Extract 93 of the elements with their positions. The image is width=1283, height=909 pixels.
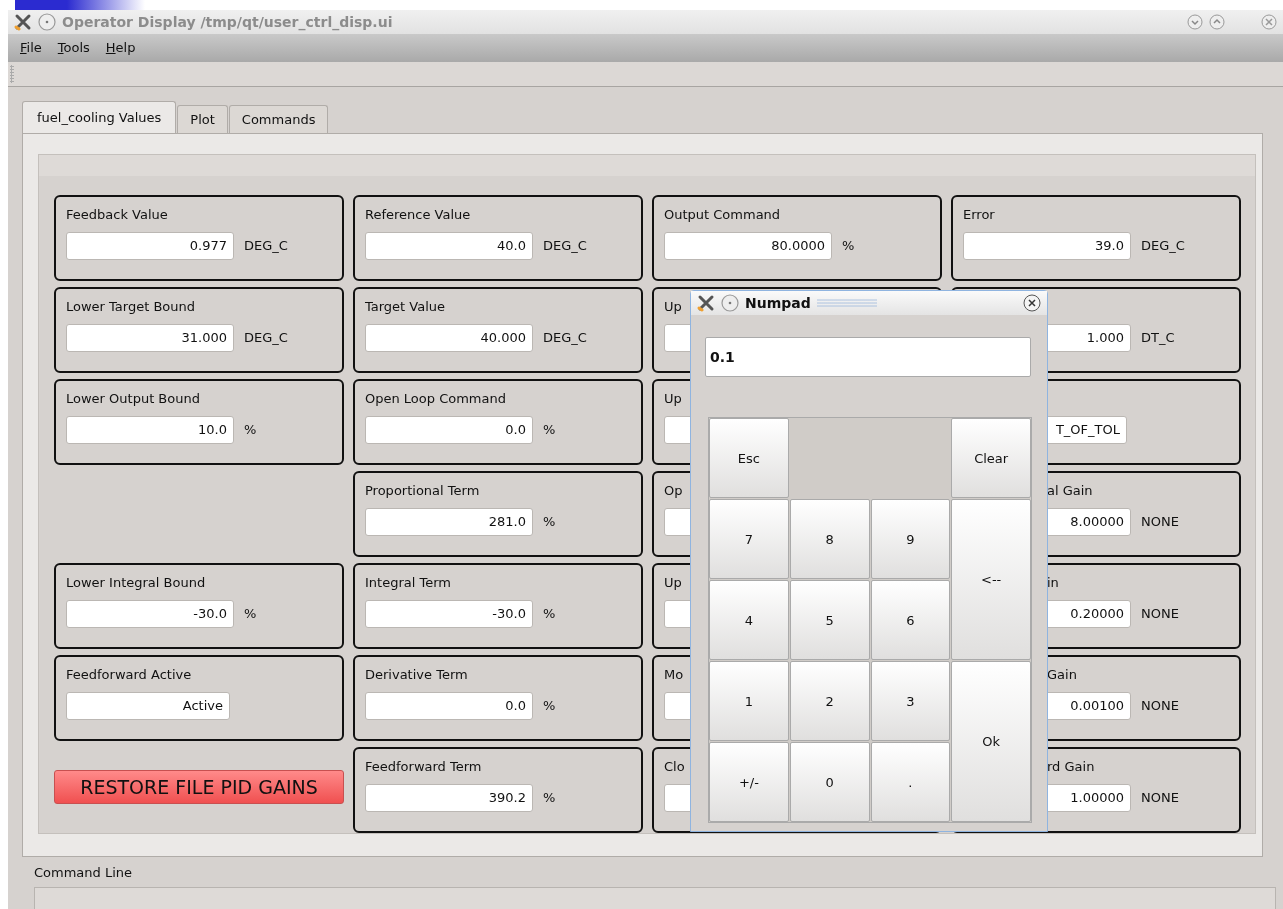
grip-icon[interactable] bbox=[10, 64, 14, 83]
value-field[interactable]: 281.0 bbox=[365, 507, 533, 536]
field-label: al Gain bbox=[1047, 481, 1093, 500]
value-field[interactable]: 80.0000 bbox=[664, 231, 832, 260]
value-field[interactable]: 40.000 bbox=[365, 323, 533, 352]
field-label: Lower Integral Bound bbox=[66, 573, 206, 592]
value-field[interactable]: 40.0 bbox=[365, 231, 533, 260]
unit-label: DEG_C bbox=[244, 330, 288, 346]
key-button[interactable]: 6 bbox=[870, 580, 951, 660]
key-button[interactable]: 5 bbox=[789, 580, 870, 660]
value-field[interactable]: 31.000 bbox=[66, 323, 234, 352]
key-button[interactable]: . bbox=[870, 742, 951, 822]
unit-label: % bbox=[543, 606, 556, 622]
tab[interactable]: Commands bbox=[228, 104, 329, 133]
key-button[interactable]: 3 bbox=[870, 661, 951, 741]
menu-item[interactable]: File bbox=[12, 40, 50, 56]
key-button[interactable]: 2 bbox=[789, 661, 870, 741]
unit-label: DEG_C bbox=[1141, 238, 1185, 254]
field-label: Feedforward Term bbox=[365, 757, 482, 776]
circle-dot-icon[interactable] bbox=[721, 294, 739, 312]
key-button[interactable]: Ok bbox=[951, 661, 1031, 822]
field-label: Clo bbox=[664, 757, 685, 776]
restore-button[interactable]: RESTORE FILE PID GAINS bbox=[54, 769, 344, 804]
key-button[interactable]: 9 bbox=[870, 499, 951, 579]
tab[interactable]: fuel_cooling Values bbox=[22, 100, 177, 133]
field-label: Output Command bbox=[664, 205, 781, 224]
menu-item[interactable]: Help bbox=[97, 40, 144, 56]
value-field[interactable]: Active bbox=[66, 691, 230, 720]
field-label: Mo bbox=[664, 665, 684, 684]
unit-label: NONE bbox=[1141, 790, 1179, 806]
command-line-label: Command Line bbox=[33, 864, 134, 882]
unit-label: % bbox=[244, 422, 257, 438]
field-label: Derivative Term bbox=[365, 665, 468, 684]
field-label: Up bbox=[664, 297, 682, 316]
field-label: Lower Output Bound bbox=[66, 389, 200, 408]
value-field[interactable]: 390.2 bbox=[365, 783, 533, 812]
unit-label: % bbox=[543, 514, 556, 530]
unit-label: % bbox=[842, 238, 855, 254]
close-icon[interactable] bbox=[1023, 294, 1041, 312]
field-label: Op bbox=[664, 481, 683, 500]
field-label: Open Loop Command bbox=[365, 389, 506, 408]
unit-label: % bbox=[543, 698, 556, 714]
crossed-tools-icon bbox=[697, 294, 715, 312]
tab[interactable]: Plot bbox=[177, 104, 228, 133]
field-label: Up bbox=[664, 573, 682, 592]
key-button[interactable]: <-- bbox=[951, 499, 1031, 660]
value-field[interactable]: 0.0 bbox=[365, 415, 533, 444]
key-button[interactable]: 4 bbox=[709, 580, 789, 660]
window-title: Operator Display /tmp/qt/user_ctrl_disp.ui bbox=[62, 13, 393, 30]
field-label: Lower Target Bound bbox=[66, 297, 196, 316]
unit-label: % bbox=[543, 422, 556, 438]
field-label: Integral Term bbox=[365, 573, 451, 592]
value-field[interactable]: 39.0 bbox=[963, 231, 1131, 260]
command-line-field[interactable] bbox=[34, 887, 1276, 909]
numpad-display[interactable]: 0.1 bbox=[705, 337, 1031, 377]
key-button[interactable]: Clear bbox=[951, 418, 1031, 498]
unit-label: NONE bbox=[1141, 698, 1179, 714]
title-lines-icon bbox=[816, 298, 877, 308]
field-label: Proportional Term bbox=[365, 481, 480, 500]
key-button[interactable]: 7 bbox=[709, 499, 789, 579]
field-label: Error bbox=[963, 205, 995, 224]
unit-label: DT_C bbox=[1141, 330, 1175, 346]
menu-item[interactable]: Tools bbox=[49, 40, 98, 56]
unit-label: % bbox=[244, 606, 257, 622]
value-field[interactable]: 0.0 bbox=[365, 691, 533, 720]
field-label: Target Value bbox=[365, 297, 446, 316]
key-button[interactable]: Esc bbox=[709, 418, 789, 498]
field-label: Reference Value bbox=[365, 205, 471, 224]
field-label: in bbox=[1047, 573, 1059, 592]
field-label: Up bbox=[664, 389, 682, 408]
key-button[interactable]: +/- bbox=[709, 742, 789, 822]
unit-label: % bbox=[543, 790, 556, 806]
value-field[interactable]: 10.0 bbox=[66, 415, 234, 444]
chevron-down-icon[interactable] bbox=[1187, 13, 1203, 30]
unit-label: NONE bbox=[1141, 606, 1179, 622]
field-label: rd Gain bbox=[1047, 757, 1095, 776]
value-field[interactable]: -30.0 bbox=[365, 599, 533, 628]
unit-label: DEG_C bbox=[543, 330, 587, 346]
field-label: Gain bbox=[1047, 665, 1077, 684]
field-label: Feedforward Active bbox=[66, 665, 192, 684]
dialog-title: Numpad bbox=[745, 295, 811, 311]
circle-dot-icon[interactable] bbox=[38, 12, 56, 31]
value-field[interactable]: 0.977 bbox=[66, 231, 234, 260]
unit-label: DEG_C bbox=[244, 238, 288, 254]
key-button[interactable]: 8 bbox=[789, 499, 870, 579]
crossed-tools-icon bbox=[14, 12, 32, 31]
value-field[interactable]: -30.0 bbox=[66, 599, 234, 628]
chevron-up-icon[interactable] bbox=[1209, 13, 1225, 30]
unit-label: DEG_C bbox=[543, 238, 587, 254]
field-label: Feedback Value bbox=[66, 205, 168, 224]
key-button[interactable]: 1 bbox=[709, 661, 789, 741]
unit-label: NONE bbox=[1141, 514, 1179, 530]
key-button[interactable]: 0 bbox=[789, 742, 870, 822]
